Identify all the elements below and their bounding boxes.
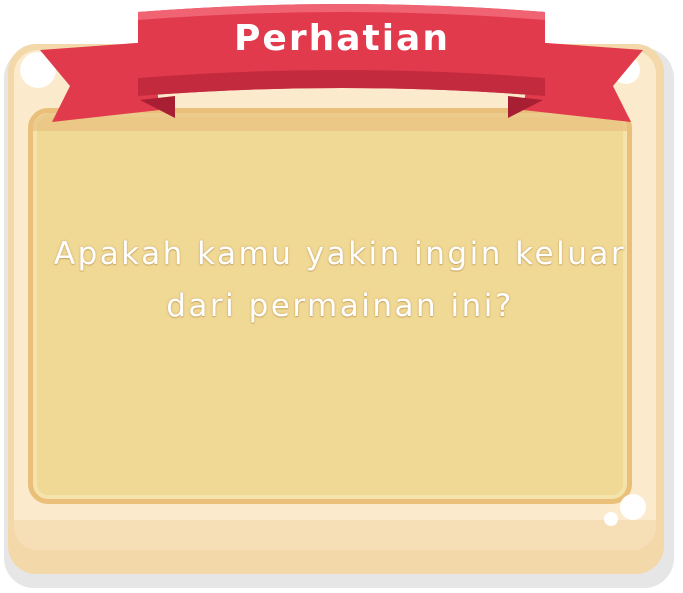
exit-confirm-dialog: Perhatian Apakah kamu yakin ingin keluar…	[0, 0, 683, 593]
dialog-message: Apakah kamu yakin ingin keluar dari perm…	[53, 236, 627, 324]
bubble-decoration-bottom-right-small	[604, 512, 618, 526]
frame-bottom-lip	[14, 520, 656, 550]
dialog-title: Perhatian	[234, 18, 450, 59]
bubble-decoration-bottom-right	[620, 494, 646, 520]
